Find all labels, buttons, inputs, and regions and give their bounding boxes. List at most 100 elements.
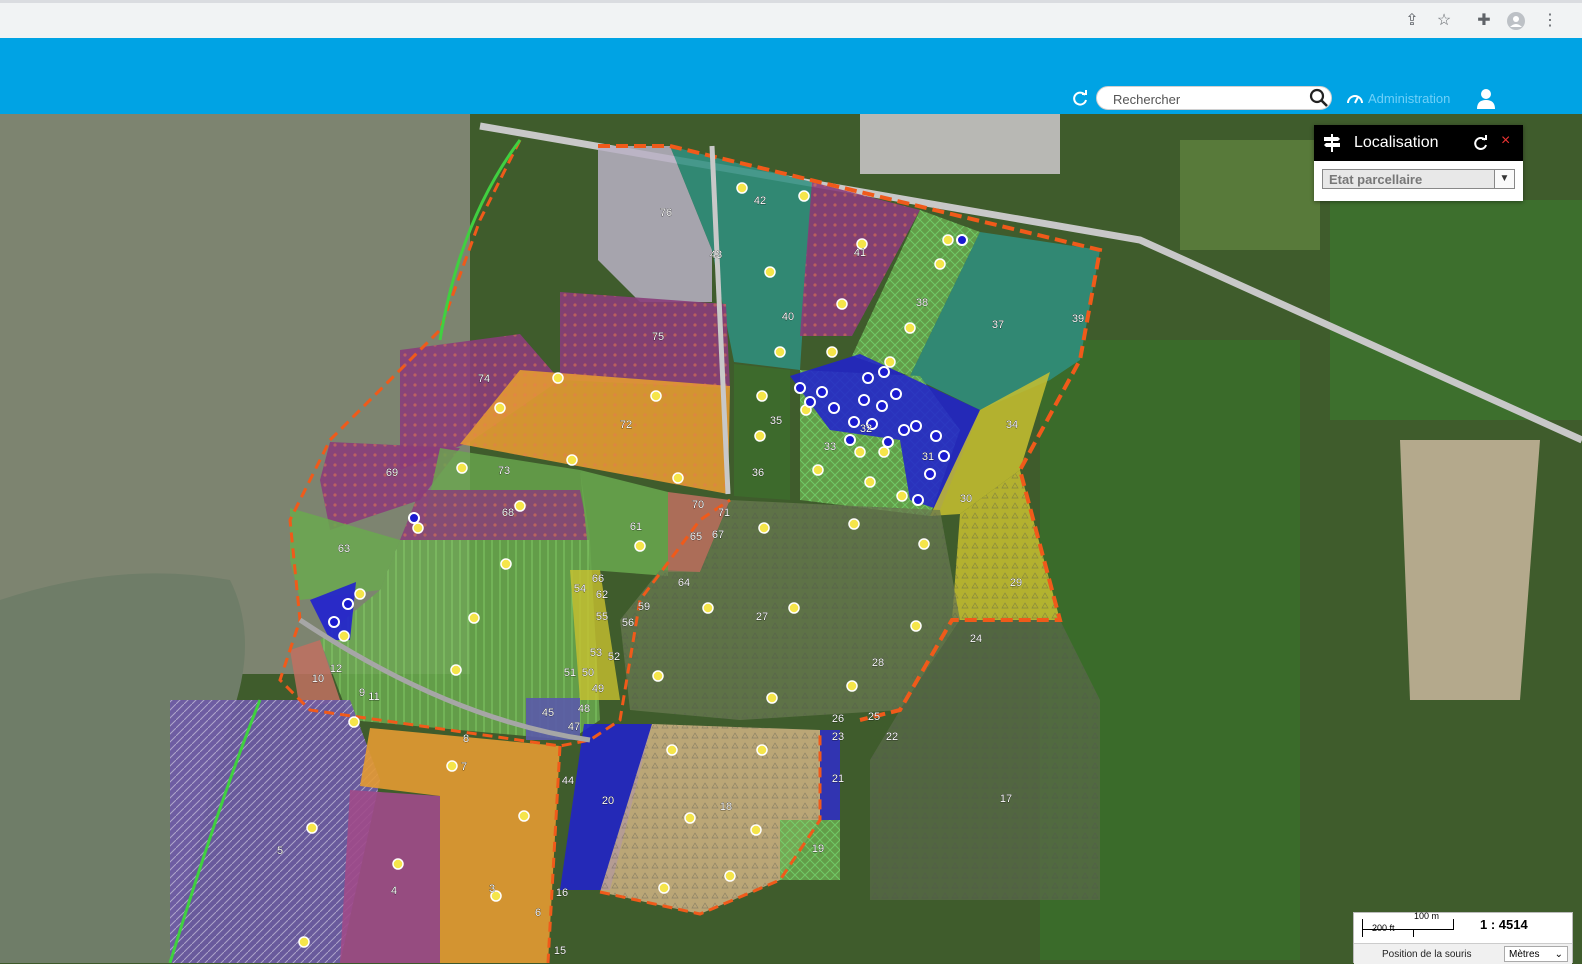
parcel-label: 45: [542, 707, 554, 719]
parcel-label: 3: [489, 883, 495, 895]
parcel-label: 51: [564, 667, 576, 679]
parcel-label: 28: [872, 657, 884, 669]
scale-widget: 100 m 200 ft 1 : 4514 Position de la sou…: [1353, 911, 1573, 964]
administration-link[interactable]: Administration: [1346, 88, 1450, 108]
parcel-label: 69: [386, 467, 398, 479]
parcel-label: 47: [568, 721, 580, 733]
layer-select-value: Etat parcellaire: [1329, 172, 1423, 187]
panel-title: Localisation: [1354, 134, 1439, 151]
parcel-label: 29: [1010, 577, 1022, 589]
parcel-label: 11: [368, 691, 379, 703]
parcel-label: 4: [391, 885, 397, 897]
parcel-label: 75: [652, 331, 664, 343]
parcel-label: 55: [596, 611, 608, 623]
parcel-label: 76: [660, 207, 672, 219]
parcel-label: 31: [922, 451, 934, 463]
parcel-label: 72: [620, 419, 632, 431]
parcel-label: 26: [832, 713, 844, 725]
signpost-icon: [1324, 134, 1340, 152]
parcel-label: 34: [1006, 419, 1018, 431]
panel-header: Localisation ×: [1314, 125, 1523, 161]
parcel-label: 67: [712, 529, 724, 541]
parcel-label: 7: [461, 761, 467, 773]
parcel-label: 33: [824, 441, 836, 453]
search-icon[interactable]: [1309, 88, 1329, 108]
parcel-label: 10: [312, 673, 324, 685]
parcel-label: 74: [478, 373, 490, 385]
field-bare: [1400, 440, 1540, 700]
buildings-north: [860, 114, 1060, 174]
parcel-label: 25: [868, 711, 880, 723]
parcel-label: 62: [596, 589, 608, 601]
menu-icon[interactable]: ⋮: [1540, 11, 1560, 31]
parcel-label: 38: [916, 297, 928, 309]
parcel-label: 15: [554, 945, 566, 957]
gauge-icon: [1347, 95, 1363, 104]
parcel-label: 48: [578, 703, 590, 715]
parcel-label: 5: [277, 845, 283, 857]
unit-select[interactable]: Mètres ⌄: [1504, 946, 1568, 962]
chevron-down-icon: ⌄: [1554, 949, 1563, 960]
parcel-label: 12: [330, 663, 342, 675]
layer-select[interactable]: Etat parcellaire ▼: [1322, 169, 1515, 189]
refresh-icon[interactable]: [1071, 89, 1089, 107]
parcel-label: 41: [854, 247, 866, 259]
parcel-label: 66: [592, 573, 604, 585]
close-icon[interactable]: ×: [1501, 132, 1510, 150]
chevron-down-icon[interactable]: ▼: [1494, 170, 1514, 188]
administration-label: Administration: [1368, 90, 1451, 106]
parcel-label: 37: [992, 319, 1004, 331]
extensions-icon[interactable]: ✚: [1474, 11, 1494, 31]
search-input[interactable]: [1111, 90, 1305, 108]
parcel-label: 32: [860, 423, 872, 435]
scale-metric: 100 m: [1414, 911, 1440, 921]
parcel-label: 59: [638, 601, 650, 613]
localisation-panel: Localisation × Etat parcellaire ▼: [1314, 125, 1523, 201]
scale-ratio: 1 : 4514: [1480, 917, 1528, 932]
parcel-label: 18: [720, 801, 732, 813]
parcel-label: 56: [622, 617, 634, 629]
parcel-label: 68: [502, 507, 514, 519]
parcel-label: 39: [1072, 313, 1084, 325]
parcel-label: 44: [562, 775, 574, 787]
parcel-label: 27: [756, 611, 768, 623]
parcel-label: 63: [338, 543, 350, 555]
parcel-label: 52: [608, 651, 620, 663]
parcel-label: 54: [574, 583, 586, 595]
parcel-label: 70: [692, 499, 704, 511]
parcel-label: 53: [590, 647, 602, 659]
parcel-label: 65: [690, 531, 702, 543]
parcel-label: 40: [782, 311, 794, 323]
profile-icon[interactable]: [1506, 11, 1526, 31]
app-header: [0, 38, 1582, 114]
parcel-label: 21: [832, 773, 844, 785]
search-box: [1096, 86, 1332, 110]
scale-imperial: 200 ft: [1372, 923, 1395, 933]
parcel-label: 36: [752, 467, 764, 479]
mouse-position-label: Position de la souris: [1382, 949, 1472, 960]
refresh-icon[interactable]: [1472, 135, 1488, 151]
parcel-label: 43: [710, 249, 722, 261]
parcel-label: 35: [770, 415, 782, 427]
mouse-position-bar: Position de la souris Mètres ⌄: [1354, 943, 1572, 964]
parcel-label: 9: [359, 687, 365, 699]
parcel-label: 16: [556, 887, 568, 899]
parcel-label: 64: [678, 577, 690, 589]
parcel-label: 8: [463, 733, 469, 745]
field-northeast: [1330, 200, 1582, 420]
unit-select-value: Mètres: [1509, 949, 1540, 960]
parcel-label: 30: [960, 493, 972, 505]
parcel-label: 17: [1000, 793, 1012, 805]
parcel-label: 23: [832, 731, 844, 743]
map-view[interactable]: 76 42 43 41 38 37 39 40 75 74 72 35 36 3…: [0, 114, 1582, 963]
parcel-label: 20: [602, 795, 614, 807]
share-icon[interactable]: ⇪: [1402, 11, 1422, 31]
parcel-label: 71: [718, 507, 730, 519]
field-north: [1180, 140, 1320, 250]
parcel-label: 24: [970, 633, 982, 645]
browser-toolbar: ⇪ ☆ ✚ ⋮: [0, 0, 1582, 38]
user-icon[interactable]: [1474, 86, 1498, 110]
parcel-label: 73: [498, 465, 510, 477]
star-icon[interactable]: ☆: [1434, 11, 1454, 31]
parcel-label: 22: [886, 731, 898, 743]
